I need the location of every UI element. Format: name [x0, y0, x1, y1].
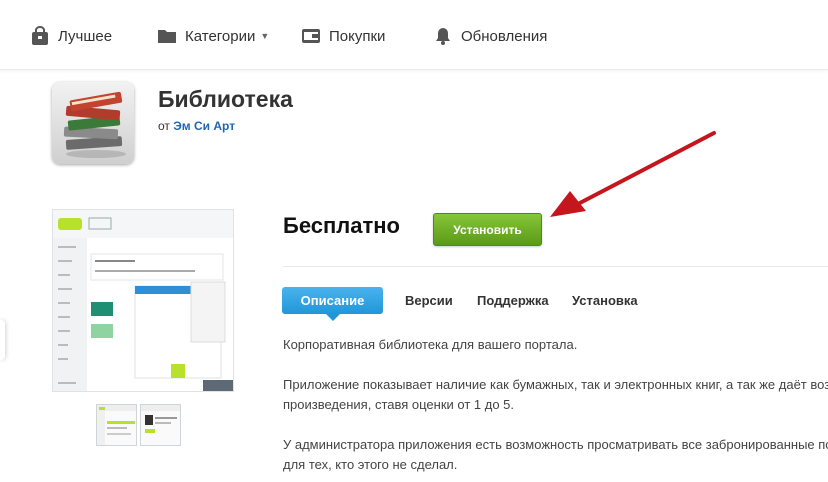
section-divider	[283, 266, 828, 267]
description-paragraph-1: Корпоративная библиотека для вашего порт…	[283, 337, 578, 352]
price-label: Бесплатно	[283, 213, 400, 238]
tab-description[interactable]: Описание	[282, 287, 383, 321]
app-title: Библиотека	[158, 86, 293, 112]
app-author: от Эм Си Арт	[158, 119, 235, 133]
nav-item-label: Лучшее	[58, 27, 113, 45]
wallet-icon	[302, 29, 320, 43]
nav-item-best[interactable]: Лучшее	[30, 26, 112, 46]
author-link[interactable]: Эм Си Арт	[173, 119, 235, 133]
nav-item-label: Обновления	[461, 27, 548, 45]
description-paragraph-2-line-2: произведения, ставя оценки от 1 до 5.	[283, 397, 515, 412]
top-navigation: Лучшее Категории ▼ Покупки Обновления	[0, 0, 828, 70]
bell-icon	[436, 28, 450, 45]
bag-icon	[32, 26, 48, 45]
side-panel-handle[interactable]	[0, 320, 5, 360]
books-icon	[52, 82, 134, 164]
tab-versions[interactable]: Версии	[405, 293, 453, 308]
author-prefix: от	[158, 119, 170, 133]
nav-item-purchases[interactable]: Покупки	[301, 26, 385, 46]
description-paragraph-3-line-2: для тех, кто этого не сделал.	[283, 457, 458, 472]
screenshot-preview[interactable]	[52, 209, 234, 392]
chevron-down-icon: ▼	[260, 31, 270, 41]
folder-icon	[158, 30, 176, 43]
annotation-arrow-icon	[550, 131, 716, 217]
tab-installation[interactable]: Установка	[572, 293, 638, 308]
screenshot-thumbnail-1[interactable]	[96, 404, 137, 446]
description-paragraph-2-line-1: Приложение показывает наличие как бумажн…	[283, 377, 828, 392]
screenshot-thumbnail-2[interactable]	[140, 404, 181, 446]
nav-item-label: Категории	[185, 27, 256, 45]
nav-item-label: Покупки	[329, 27, 386, 45]
install-button[interactable]: Установить	[433, 213, 542, 246]
description-paragraph-3-line-1: У администратора приложения есть возможн…	[283, 437, 828, 452]
tab-support[interactable]: Поддержка	[477, 293, 549, 308]
nav-item-categories[interactable]: Категории ▼	[157, 26, 269, 46]
nav-item-updates[interactable]: Обновления	[433, 26, 547, 46]
